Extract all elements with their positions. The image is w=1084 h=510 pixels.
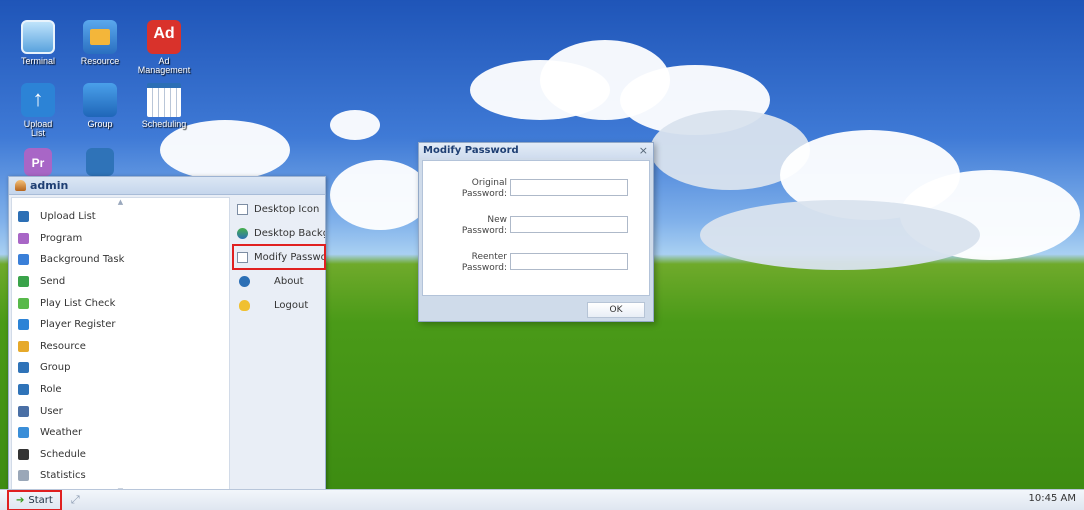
info-icon — [239, 275, 250, 287]
program-icon: Pr — [24, 148, 52, 176]
original-password-label: Original Password: — [461, 178, 507, 199]
desktop-icon-scheduling[interactable]: Scheduling — [136, 83, 192, 129]
desktop-icon-role[interactable] — [72, 148, 128, 179]
menu-item-program[interactable]: Program — [12, 228, 229, 250]
desktop-icon-ad-management[interactable]: Ad Ad Management — [136, 20, 192, 75]
desktop-icon-label: Ad Management — [137, 56, 191, 75]
checkmark-icon — [18, 297, 29, 309]
desktop-icon-label: Terminal — [20, 56, 55, 66]
menu-item-send[interactable]: Send — [12, 271, 229, 293]
desktop-icon-label: Group — [87, 119, 113, 129]
user-icon — [18, 405, 29, 417]
desktop-icon-upload-list[interactable]: ↑ Upload List — [10, 83, 66, 138]
reenter-password-row: Reenter Password: — [423, 252, 651, 282]
start-arrow-icon: ➔ — [16, 494, 25, 506]
desktop-icon-label: Resource — [80, 56, 120, 66]
dialog-body: Original Password: New Password: Reenter… — [422, 160, 650, 296]
menu-item-desktop-background[interactable]: Desktop Backgn — [233, 221, 325, 245]
menu-item-upload-list[interactable]: Upload List — [12, 206, 229, 228]
dialog-title-bar[interactable]: Modify Password × — [419, 143, 653, 158]
background-task-icon — [18, 254, 29, 266]
menu-item-modify-password[interactable]: Modify Passwon — [232, 244, 326, 270]
start-menu: admin ▲ Upload List Program Background T… — [8, 176, 326, 495]
upload-list-icon — [18, 211, 29, 223]
role-icon — [86, 148, 114, 176]
menu-item-statistics[interactable]: Statistics — [12, 465, 229, 487]
desktop-icon-group[interactable]: Group — [72, 83, 128, 129]
role-icon — [18, 384, 29, 396]
menu-item-group[interactable]: Group — [12, 357, 229, 379]
desktop-icon-label: Scheduling — [141, 119, 187, 129]
new-password-label: New Password: — [461, 215, 507, 236]
upload-arrow-icon: ↑ — [21, 83, 55, 117]
scroll-up-icon[interactable]: ▲ — [12, 198, 229, 206]
menu-item-user[interactable]: User — [12, 400, 229, 422]
desktop-icon-program[interactable]: Pr — [10, 148, 66, 179]
weather-icon — [18, 427, 29, 439]
user-icon — [15, 180, 26, 191]
menu-item-weather[interactable]: Weather — [12, 422, 229, 444]
player-register-icon — [18, 319, 29, 331]
menu-item-role[interactable]: Role — [12, 379, 229, 401]
edit-icon — [237, 203, 248, 215]
reenter-password-label: Reenter Password: — [461, 252, 507, 273]
menu-item-background-task[interactable]: Background Task — [12, 249, 229, 271]
desktop-icon-resource[interactable]: Resource — [72, 20, 128, 66]
start-button[interactable]: ➔ Start — [7, 489, 62, 510]
menu-item-play-list-check[interactable]: Play List Check — [12, 292, 229, 314]
menu-item-desktop-icon[interactable]: Desktop Icon — [233, 197, 325, 221]
menu-item-schedule[interactable]: Schedule — [12, 444, 229, 466]
edit-icon — [237, 251, 248, 263]
folder-icon — [18, 340, 29, 352]
new-password-row: New Password: — [423, 215, 651, 245]
menu-item-about[interactable]: About — [233, 269, 325, 293]
start-menu-header: admin — [9, 177, 325, 195]
group-icon — [18, 362, 29, 374]
reenter-password-field[interactable] — [510, 253, 628, 270]
ok-button[interactable]: OK — [587, 302, 645, 318]
send-icon — [18, 276, 29, 288]
menu-item-player-register[interactable]: Player Register — [12, 314, 229, 336]
start-menu-app-list: ▲ Upload List Program Background Task Se… — [11, 197, 230, 495]
calendar-icon — [147, 83, 181, 117]
start-label: Start — [28, 494, 53, 506]
new-password-field[interactable] — [510, 216, 628, 233]
start-menu-settings-panel: Desktop Icon Desktop Backgn Modify Passw… — [232, 197, 326, 490]
username: admin — [30, 179, 69, 192]
program-icon — [18, 232, 29, 244]
folder-icon — [83, 20, 117, 54]
desktop-icon-terminal[interactable]: Terminal — [10, 20, 66, 66]
dialog-title: Modify Password — [423, 145, 519, 156]
close-icon[interactable]: × — [639, 144, 648, 157]
ad-icon: Ad — [147, 20, 181, 54]
globe-icon — [237, 227, 248, 239]
menu-item-resource[interactable]: Resource — [12, 336, 229, 358]
fullscreen-icon[interactable]: ⤢ — [71, 493, 80, 507]
logout-icon — [239, 299, 250, 311]
menu-item-logout[interactable]: Logout — [233, 293, 325, 317]
clock: 10:45 AM — [1028, 493, 1076, 504]
statistics-icon — [18, 470, 29, 482]
desktop-icon-label: Upload List — [23, 119, 53, 138]
original-password-field[interactable] — [510, 179, 628, 196]
taskbar: ➔ Start ⤢ 10:45 AM — [0, 489, 1084, 510]
schedule-icon — [18, 448, 29, 460]
monitor-icon — [21, 20, 55, 54]
modify-password-dialog: Modify Password × Original Password: New… — [418, 142, 654, 322]
original-password-row: Original Password: — [423, 178, 651, 208]
puzzle-icon — [83, 83, 117, 117]
